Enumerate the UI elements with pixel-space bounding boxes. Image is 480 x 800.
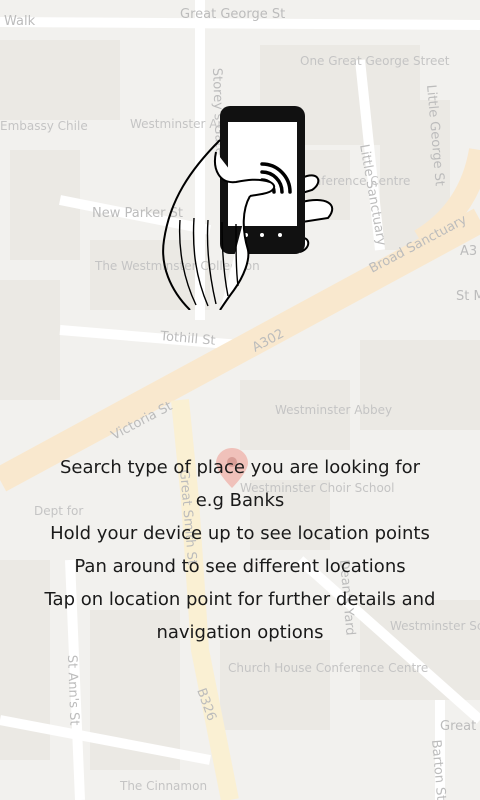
instruction-line: Pan around to see different locations <box>74 556 406 577</box>
hand-holding-phone-icon <box>162 106 334 310</box>
instruction-line: Tap on location point for further detail… <box>44 589 436 610</box>
instruction-line: Search type of place you are looking for <box>59 457 421 478</box>
instruction-line: navigation options <box>156 622 324 643</box>
instruction-line: e.g Banks <box>195 490 285 511</box>
tutorial-screen: Great George St Walk Storey's Gate Littl… <box>0 0 480 800</box>
instruction-line: Hold your device up to see location poin… <box>50 523 430 544</box>
instructions-panel: Search type of place you are looking for… <box>0 451 480 649</box>
